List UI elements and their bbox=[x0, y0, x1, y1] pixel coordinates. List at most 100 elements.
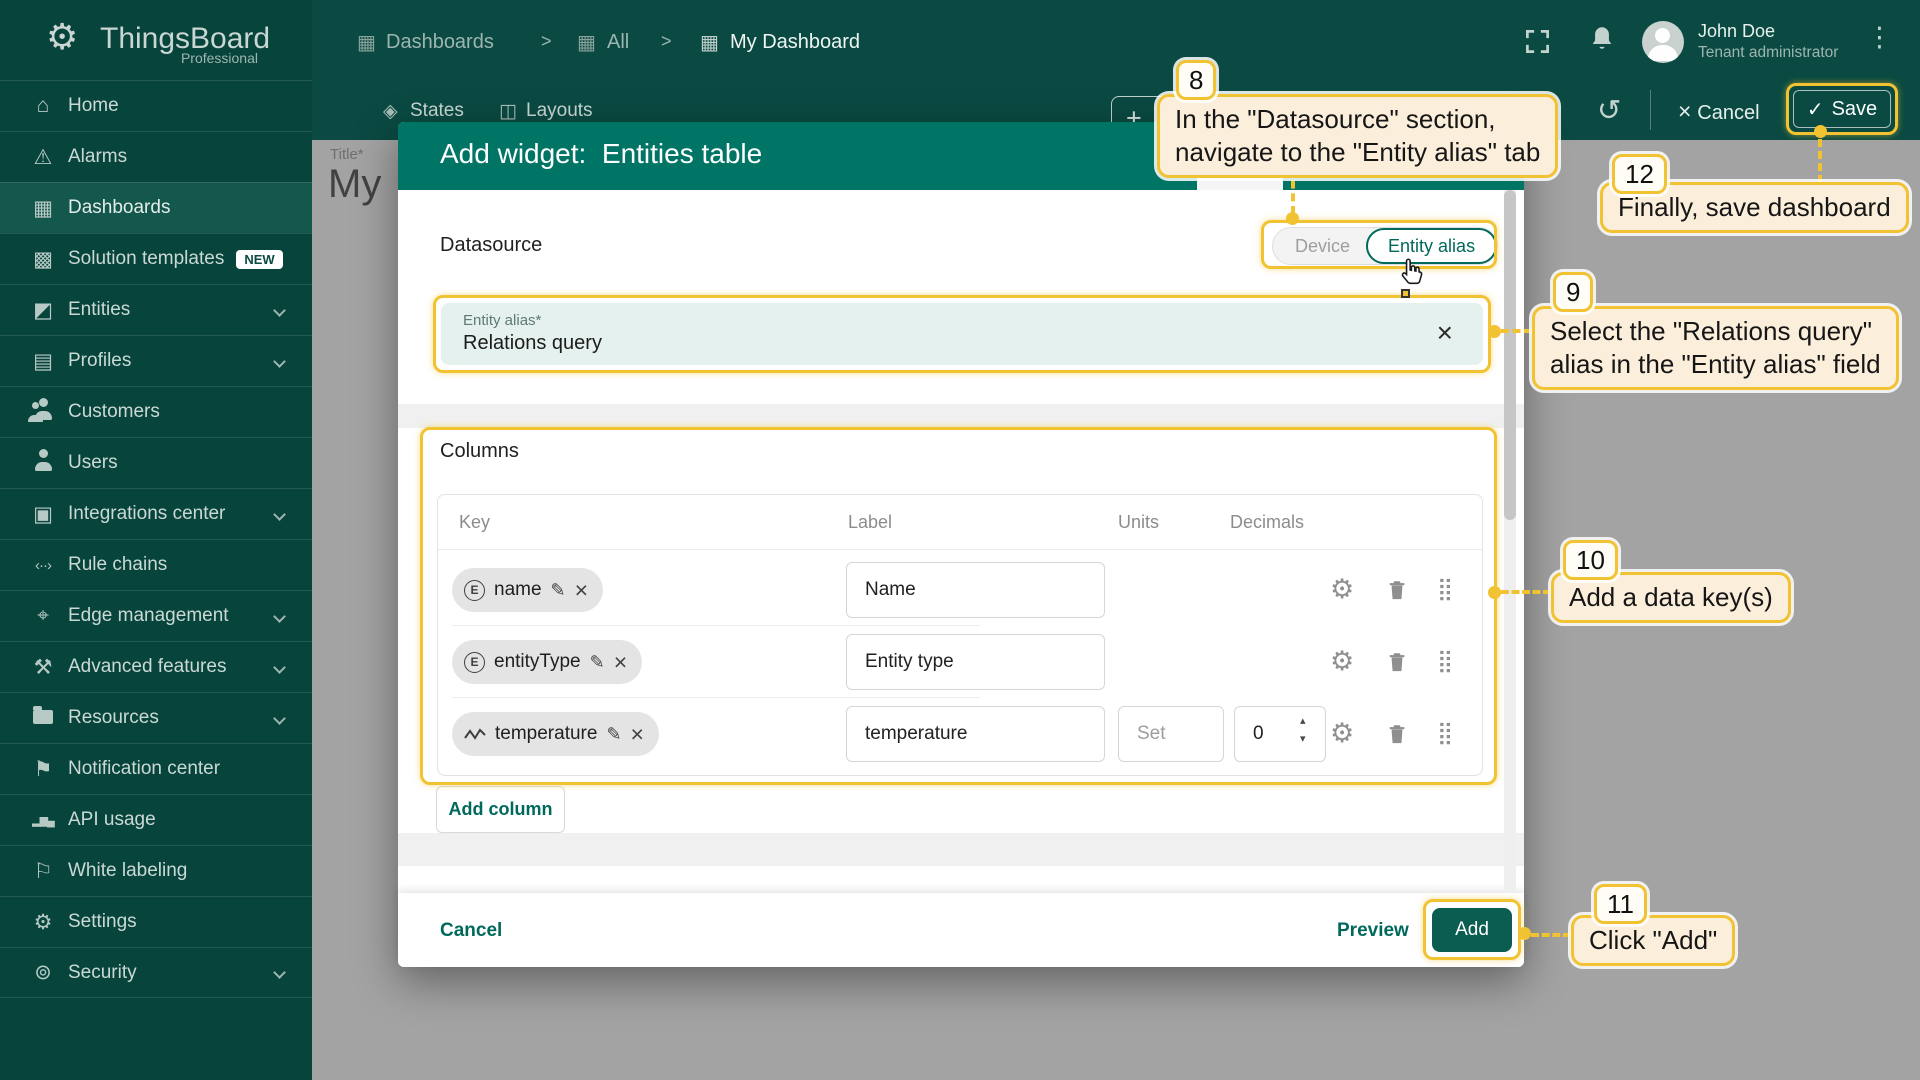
edge-management-icon: ⌖ bbox=[26, 604, 60, 628]
callout-8-number: 8 bbox=[1176, 60, 1216, 100]
sidebar-item-customers[interactable]: Customers bbox=[0, 386, 312, 437]
sidebar-item-alarms[interactable]: ⚠ Alarms bbox=[0, 131, 312, 182]
callout-8-dot bbox=[1286, 212, 1299, 225]
callout-text: Select the "Relations query" bbox=[1550, 315, 1881, 348]
callout-9: Select the "Relations query" alias in th… bbox=[1532, 306, 1899, 390]
sidebar-item-resources[interactable]: Resources bbox=[0, 692, 312, 743]
sidebar-item-label: Notification center bbox=[68, 758, 220, 780]
mouse-cursor-hand bbox=[1398, 256, 1425, 289]
callout-text: Add a data key(s) bbox=[1569, 581, 1773, 614]
tab-layouts[interactable]: Layouts bbox=[526, 100, 593, 122]
advanced-features-icon: ⚒ bbox=[26, 655, 60, 680]
breadcrumb-separator: > bbox=[541, 31, 552, 52]
sidebar-item-entities[interactable]: ◩Entities bbox=[0, 284, 312, 335]
toolbar-divider bbox=[1650, 90, 1651, 130]
sidebar-item-advanced-features[interactable]: ⚒ Advanced features bbox=[0, 641, 312, 692]
sidebar-item-dashboards[interactable]: ▦Dashboards bbox=[0, 182, 312, 233]
sidebar-item-users[interactable]: Users bbox=[0, 437, 312, 488]
home-icon: ⌂ bbox=[26, 94, 60, 118]
callout-10-connector bbox=[1501, 590, 1551, 594]
user-avatar[interactable] bbox=[1642, 21, 1684, 63]
sidebar-item-profiles[interactable]: ▤Profiles bbox=[0, 335, 312, 386]
sidebar-item-label: Integrations center bbox=[68, 503, 225, 525]
chevron-down-icon bbox=[273, 712, 286, 725]
sidebar-item-label: Alarms bbox=[68, 146, 127, 168]
chevron-down-icon bbox=[273, 508, 286, 521]
more-menu-icon[interactable]: ⋮ bbox=[1866, 22, 1893, 53]
sidebar-item-integrations-center[interactable]: ▣ Integrations center bbox=[0, 488, 312, 539]
white-labeling-icon: ⚐ bbox=[26, 859, 60, 884]
sidebar-item-notification-center[interactable]: ⚑ Notification center bbox=[0, 743, 312, 794]
callout-12-connector bbox=[1818, 139, 1822, 183]
sidebar-item-label: Solution templates bbox=[68, 248, 224, 270]
screen: ▦ Dashboards > ▦ All > ▦ My Dashboard Jo… bbox=[0, 0, 1920, 1080]
chevron-down-icon bbox=[273, 610, 286, 623]
cancel-edit-button[interactable]: × Cancel bbox=[1678, 98, 1760, 125]
callout-11: Click "Add" bbox=[1571, 915, 1735, 966]
dialog-title: Add widget: Entities table bbox=[440, 138, 762, 170]
breadcrumb-my-dashboard: My Dashboard bbox=[730, 31, 860, 54]
logo-subtitle: Professional bbox=[100, 50, 258, 66]
callout-text: navigate to the "Entity alias" tab bbox=[1175, 136, 1540, 169]
notifications-bell-icon[interactable] bbox=[1588, 25, 1616, 55]
sidebar-item-label: Entities bbox=[68, 299, 130, 321]
sidebar-item-solution-templates[interactable]: ▩Solution templatesNEW bbox=[0, 233, 312, 284]
sidebar-item-edge-management[interactable]: ⌖ Edge management bbox=[0, 590, 312, 641]
callout-11-connector bbox=[1531, 933, 1571, 937]
sidebar-item-label: Edge management bbox=[68, 605, 229, 627]
sidebar-item-home[interactable]: ⌂ Home bbox=[0, 80, 312, 131]
sidebar-item-settings[interactable]: ⚙ Settings bbox=[0, 896, 312, 947]
chevron-down-icon bbox=[273, 355, 286, 368]
dialog-cancel-button[interactable]: Cancel bbox=[440, 920, 502, 942]
dialog-widget-name: Entities table bbox=[602, 138, 762, 169]
my-dashboard-grid-icon: ▦ bbox=[700, 30, 719, 55]
user-role: Tenant administrator bbox=[1698, 44, 1838, 62]
save-highlight bbox=[1786, 83, 1898, 135]
breadcrumb-dashboards[interactable]: Dashboards bbox=[386, 31, 494, 54]
entity-alias-tab-highlight bbox=[1261, 220, 1497, 269]
add-button-highlight bbox=[1423, 899, 1521, 960]
dialog-preview-button[interactable]: Preview bbox=[1337, 920, 1409, 942]
callout-9-number: 9 bbox=[1553, 272, 1593, 312]
chevron-down-icon bbox=[273, 966, 286, 979]
sidebar-item-label: White labeling bbox=[68, 860, 187, 882]
notification-center-icon: ⚑ bbox=[26, 757, 60, 782]
thingsboard-logo-icon: ⚙ bbox=[46, 16, 90, 60]
add-column-button[interactable]: Add column bbox=[436, 786, 565, 833]
sidebar-item-label: Settings bbox=[68, 911, 137, 933]
tab-states[interactable]: States bbox=[410, 100, 464, 122]
rule-chains-icon: ‹··› bbox=[26, 557, 60, 574]
sidebar-item-label: Advanced features bbox=[68, 656, 226, 678]
sidebar-item-api-usage[interactable]: ▂▆▄API usage bbox=[0, 794, 312, 845]
next-section-card bbox=[398, 866, 1524, 893]
sidebar-item-white-labeling[interactable]: ⚐ White labeling bbox=[0, 845, 312, 896]
integrations-icon: ▣ bbox=[26, 502, 60, 527]
callout-10-dot bbox=[1488, 586, 1501, 599]
sidebar-item-label: Rule chains bbox=[68, 554, 167, 576]
sidebar-item-label: Security bbox=[68, 962, 137, 984]
users-icon bbox=[26, 449, 60, 477]
new-badge: NEW bbox=[236, 250, 282, 269]
user-name: John Doe bbox=[1698, 21, 1775, 42]
dialog-scrollbar-thumb[interactable] bbox=[1504, 190, 1516, 520]
callout-text: Finally, save dashboard bbox=[1618, 191, 1891, 224]
sidebar-item-label: API usage bbox=[68, 809, 156, 831]
columns-section-highlight bbox=[420, 427, 1497, 785]
sidebar-item-label: Customers bbox=[68, 401, 160, 423]
sidebar-item-label: Home bbox=[68, 95, 119, 117]
fullscreen-icon[interactable] bbox=[1524, 28, 1551, 55]
callout-9-dot bbox=[1488, 325, 1501, 338]
callout-8: In the "Datasource" section, navigate to… bbox=[1157, 94, 1558, 178]
history-undo-icon[interactable]: ↺ bbox=[1597, 93, 1621, 128]
breadcrumb-all[interactable]: All bbox=[607, 31, 629, 54]
states-icon: ◈ bbox=[383, 100, 398, 123]
sidebar-item-label: Resources bbox=[68, 707, 159, 729]
settings-icon: ⚙ bbox=[26, 910, 60, 935]
sidebar-item-rule-chains[interactable]: ‹··› Rule chains bbox=[0, 539, 312, 590]
add-column-label: Add column bbox=[449, 799, 553, 820]
sidebar-item-security[interactable]: ⊚Security bbox=[0, 947, 312, 998]
dashboards-grid-icon: ▦ bbox=[357, 30, 376, 55]
chevron-down-icon bbox=[273, 304, 286, 317]
alarms-icon: ⚠ bbox=[26, 145, 60, 170]
callout-11-number: 11 bbox=[1594, 884, 1647, 924]
